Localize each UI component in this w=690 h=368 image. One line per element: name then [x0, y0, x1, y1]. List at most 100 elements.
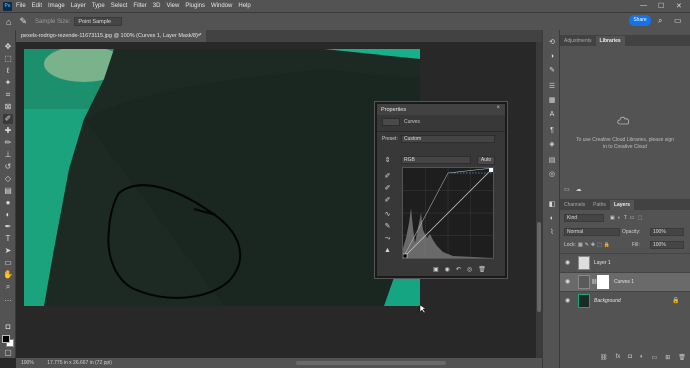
menu-plugins[interactable]: Plugins — [185, 3, 205, 9]
layer-row-layer-1[interactable]: ◉ Layer 1 — [560, 253, 690, 272]
layer-name[interactable]: Curves 1 — [614, 279, 634, 285]
zoom-level[interactable]: 100% — [21, 360, 34, 366]
view-previous-icon[interactable]: ◉ — [445, 266, 450, 273]
visibility-eye-icon[interactable]: ◉ — [565, 278, 570, 285]
layer-row-background[interactable]: ◉ Background 🔒 — [560, 291, 690, 310]
fill-input[interactable]: 100% — [650, 241, 684, 249]
type-icon[interactable]: T — [3, 234, 13, 244]
horizontal-scroll-thumb[interactable] — [296, 361, 446, 365]
eyedropper-tool-icon[interactable]: ✎ — [19, 16, 27, 27]
quick-select-icon[interactable]: ✦ — [3, 78, 13, 88]
lasso-icon[interactable]: ℓ — [3, 66, 13, 76]
blur-icon[interactable]: ● — [3, 198, 13, 208]
menu-image[interactable]: Image — [48, 3, 65, 9]
menu-3d[interactable]: 3D — [153, 3, 161, 9]
visibility-eye-icon[interactable]: ◉ — [565, 297, 570, 304]
preset-select[interactable]: Custom — [401, 135, 495, 143]
layer-mask-thumbnail[interactable] — [597, 275, 609, 289]
frame-icon[interactable]: ⊠ — [3, 102, 13, 112]
more-tools-icon[interactable]: … — [3, 294, 13, 304]
close-properties-icon[interactable]: × — [496, 105, 500, 111]
dodge-icon[interactable]: ◐ — [3, 210, 13, 220]
color-icon[interactable]: ◑ — [547, 52, 557, 62]
clipping-warning-icon[interactable]: ▲ — [383, 246, 392, 255]
menu-file[interactable]: File — [16, 3, 26, 9]
new-adjustment-icon[interactable]: ◐ — [640, 354, 644, 361]
paragraph-icon[interactable]: ¶ — [547, 126, 557, 136]
layer-filter-icons[interactable]: ▣◐T▭⬚ — [610, 215, 645, 221]
layers-icon[interactable]: ◧ — [547, 200, 557, 210]
clip-to-layer-icon[interactable]: ▣ — [433, 266, 439, 273]
curves-adjustment-icon[interactable] — [382, 118, 400, 126]
history-icon[interactable]: ⟲ — [547, 38, 557, 48]
smooth-curve-icon[interactable]: ⤳ — [383, 234, 392, 243]
glyphs-icon[interactable]: ◎ — [547, 170, 557, 180]
menu-edit[interactable]: Edit — [32, 3, 42, 9]
target-adjust-icon[interactable]: ⇕ — [383, 156, 392, 165]
menu-window[interactable]: Window — [211, 3, 232, 9]
new-group-icon[interactable]: ▭ — [652, 354, 658, 361]
layer-row-curves-1[interactable]: ◉ ⛓ Curves 1 — [560, 272, 690, 291]
menu-layer[interactable]: Layer — [71, 3, 86, 9]
tab-libraries[interactable]: Libraries — [595, 36, 625, 46]
layer-name[interactable]: Background — [594, 298, 621, 304]
stamp-icon[interactable]: ⊥ — [3, 150, 13, 160]
menu-filter[interactable]: Filter — [133, 3, 146, 9]
blend-mode-select[interactable]: Normal — [564, 228, 620, 236]
properties-header[interactable]: Properties × — [377, 104, 505, 115]
screen-mode-icon[interactable]: ▢ — [3, 348, 13, 358]
hand-icon[interactable]: ✋ — [3, 270, 13, 280]
share-button[interactable]: Share — [629, 15, 651, 26]
white-point-eyedropper-icon[interactable]: ✐ — [383, 196, 392, 205]
history-brush-icon[interactable]: ↺ — [3, 162, 13, 172]
visibility-icon[interactable]: ◎ — [467, 266, 472, 273]
auto-button[interactable]: Auto — [477, 156, 495, 165]
foreground-color-swatch[interactable] — [2, 335, 10, 343]
quick-mask-icon[interactable]: ◘ — [3, 322, 13, 332]
eyedropper-icon[interactable]: ✐ — [3, 114, 13, 124]
cloud-sync-icon[interactable]: ☁ — [576, 186, 582, 193]
gray-point-eyedropper-icon[interactable]: ✐ — [383, 184, 392, 193]
minimize-button[interactable]: — — [640, 2, 647, 9]
fx-icon[interactable]: fx — [616, 354, 621, 361]
menu-view[interactable]: View — [166, 3, 179, 9]
tab-adjustments[interactable]: Adjustments — [560, 36, 596, 46]
brush-settings-icon[interactable]: ✎ — [547, 66, 557, 76]
healing-icon[interactable]: ✚ — [3, 126, 13, 136]
curves-graph[interactable] — [402, 167, 494, 259]
new-layer-icon[interactable]: ⊞ — [665, 354, 670, 361]
sample-size-select[interactable]: Point Sample — [74, 17, 123, 26]
workspace-icon[interactable]: ▭ — [674, 16, 682, 25]
maximize-button[interactable]: ☐ — [658, 2, 664, 10]
swatches-icon[interactable]: ▤ — [547, 156, 557, 166]
opacity-input[interactable]: 100% — [650, 228, 684, 236]
document-image[interactable] — [24, 49, 420, 306]
path-select-icon[interactable]: ➤ — [3, 246, 13, 256]
character-icon[interactable]: A — [547, 110, 557, 120]
close-window-button[interactable]: ✕ — [676, 2, 682, 10]
pencil-curve-icon[interactable]: ✎ — [383, 222, 392, 231]
gradient-icon[interactable]: ▤ — [3, 186, 13, 196]
eraser-icon[interactable]: ◇ — [3, 174, 13, 184]
layer-name[interactable]: Layer 1 — [594, 260, 611, 266]
zoom-icon[interactable]: ⌕ — [3, 282, 13, 292]
tab-layers[interactable]: Layers — [609, 200, 635, 210]
pen-icon[interactable]: ✒ — [3, 222, 13, 232]
brush-icon[interactable]: ✏ — [3, 138, 13, 148]
marquee-icon[interactable]: ⬚ — [3, 54, 13, 64]
tab-paths[interactable]: Paths — [589, 200, 610, 210]
adjustments-icon[interactable]: ☰ — [547, 82, 557, 92]
rectangle-icon[interactable]: ▭ — [3, 258, 13, 268]
menu-type[interactable]: Type — [92, 3, 105, 9]
menu-help[interactable]: Help — [238, 3, 250, 9]
vertical-scroll-thumb[interactable] — [537, 222, 541, 312]
properties-icon[interactable]: ◈ — [547, 140, 557, 150]
libraries-icon[interactable]: ▦ — [547, 96, 557, 106]
filter-kind-select[interactable]: Kind — [564, 214, 604, 222]
delete-icon[interactable]: 🗑 — [478, 266, 486, 273]
visibility-eye-icon[interactable]: ◉ — [565, 259, 570, 266]
move-icon[interactable]: ✥ — [3, 42, 13, 52]
add-library-icon[interactable]: ▭ — [564, 186, 570, 193]
lock-icons[interactable]: ▦✎✥⬚🔒 — [578, 242, 612, 248]
menu-select[interactable]: Select — [111, 3, 128, 9]
